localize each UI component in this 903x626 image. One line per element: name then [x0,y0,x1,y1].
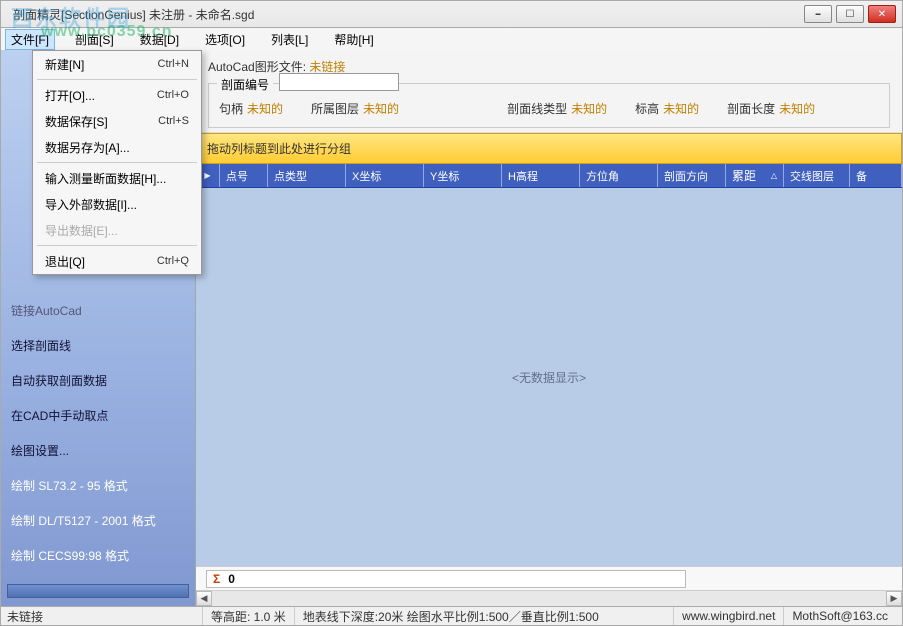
menu-item-input-survey[interactable]: 输入测量断面数据[H]... [33,165,201,191]
grid-footer: Σ 0 [196,566,902,590]
menu-separator [37,79,197,80]
menu-item-exit[interactable]: 退出[Q] Ctrl+Q [33,248,201,274]
menu-item-export: 导出数据[E]... [33,217,201,243]
grid-col-sumdist[interactable]: 累距 △ [726,164,784,187]
sidebar-item-auto-extract[interactable]: 自动获取剖面数据 [5,370,191,391]
grid-col-intersectlayer[interactable]: 交线图层 [784,164,850,187]
window-buttons [804,5,896,23]
menubar: 文件[F] 剖面[S] 数据[D] 选项[O] 列表[L] 帮助[H] [0,28,903,50]
maximize-button[interactable] [836,5,864,23]
menu-item-new-acc: Ctrl+N [158,58,189,70]
layer-label: 所属图层 [311,100,359,117]
menu-item-exit-acc: Ctrl+Q [157,255,189,267]
sidebar-footer-bar [7,584,189,598]
menu-item-input-label: 输入测量断面数据[H]... [45,170,166,187]
menu-item-save-acc: Ctrl+S [158,115,189,127]
menu-list[interactable]: 列表[L] [265,29,314,50]
menu-item-import[interactable]: 导入外部数据[I]... [33,191,201,217]
menu-help[interactable]: 帮助[H] [328,29,379,50]
menu-item-saveas[interactable]: 数据另存为[A]... [33,134,201,160]
sigma-icon: Σ [213,572,220,586]
main-panel: AutoCad图形文件: 未链接 剖面编号 句柄未知的 所属图层未知的 剖面线类… [196,50,902,606]
sidebar-item-plot-settings[interactable]: 绘图设置... [5,440,191,461]
layer-value: 未知的 [363,100,399,117]
chevron-right-icon: ▶ [204,171,210,180]
grid-col-direction[interactable]: 剖面方向 [658,164,726,187]
sidebar-item-fmt-dlt5127[interactable]: 绘制 DL/T5127 - 2001 格式 [5,510,191,531]
type-label: 剖面线类型 [507,100,567,117]
scroll-track[interactable] [212,591,886,606]
sidebar-item-fmt-cecs99[interactable]: 绘制 CECS99:98 格式 [5,545,191,566]
grid-col-remark[interactable]: 备 [850,164,902,187]
section-no-label: 剖面编号 [217,76,273,93]
menu-item-new[interactable]: 新建[N] Ctrl+N [33,51,201,77]
grid-sum-value: 0 [228,572,235,586]
handle-label: 句柄 [219,100,243,117]
autocad-file-value: 未链接 [309,60,345,74]
scroll-right-button[interactable]: ▶ [886,591,902,606]
menu-separator [37,162,197,163]
grid-col-pointtype[interactable]: 点类型 [268,164,346,187]
grid-col-sumdist-label: 累距 [732,167,756,184]
menu-item-save[interactable]: 数据保存[S] Ctrl+S [33,108,201,134]
sort-asc-icon: △ [771,171,777,180]
grid-col-pointno[interactable]: 点号 [220,164,268,187]
type-value: 未知的 [571,100,607,117]
status-scale: 地表线下深度:20米 绘图水平比例1:500／垂直比例1:500 [294,607,673,625]
autocad-file-label: AutoCad图形文件: [208,60,306,74]
info-bar: AutoCad图形文件: 未链接 剖面编号 句柄未知的 所属图层未知的 剖面线类… [196,50,902,133]
sidebar-item-link-autocad[interactable]: 链接AutoCad [5,300,191,321]
minimize-button[interactable] [804,5,832,23]
grid-col-x[interactable]: X坐标 [346,164,424,187]
menu-section[interactable]: 剖面[S] [69,29,120,50]
section-no-input[interactable] [279,73,399,91]
grid-h-scrollbar[interactable]: ◀ ▶ [196,590,902,606]
menu-item-save-label: 数据保存[S] [45,113,108,130]
grid-col-y[interactable]: Y坐标 [424,164,502,187]
grid-col-azimuth[interactable]: 方位角 [580,164,658,187]
statusbar: 未链接 等高距: 1.0 米 地表线下深度:20米 绘图水平比例1:500／垂直… [0,606,903,626]
status-email: MothSoft@163.cc [783,607,896,625]
grid-header: ▶ 点号 点类型 X坐标 Y坐标 H高程 方位角 剖面方向 累距 △ 交线图层 备 [196,164,902,188]
menu-data[interactable]: 数据[D] [134,29,185,50]
grid-sum-box: Σ 0 [206,570,686,588]
length-label: 剖面长度 [727,100,775,117]
section-fieldset: 剖面编号 句柄未知的 所属图层未知的 剖面线类型未知的 标高未知的 剖面长度未知… [208,83,890,128]
grid-empty-text: <无数据显示> [512,369,586,386]
menu-item-export-label: 导出数据[E]... [45,222,118,239]
menu-item-exit-label: 退出[Q] [45,253,85,270]
menu-options[interactable]: 选项[O] [199,29,251,50]
menu-item-new-label: 新建[N] [45,56,84,73]
length-value: 未知的 [779,100,815,117]
menu-item-saveas-label: 数据另存为[A]... [45,139,130,156]
sidebar-item-manual-point[interactable]: 在CAD中手动取点 [5,405,191,426]
handle-value: 未知的 [247,100,283,117]
scroll-left-button[interactable]: ◀ [196,591,212,606]
sidebar-item-select-section[interactable]: 选择剖面线 [5,335,191,356]
close-button[interactable] [868,5,896,23]
menu-file[interactable]: 文件[F] [5,29,55,50]
elev-value: 未知的 [663,100,699,117]
elev-label: 标高 [635,100,659,117]
sidebar-item-fmt-sl73[interactable]: 绘制 SL73.2 - 95 格式 [5,475,191,496]
status-link: 未链接 [7,607,202,625]
menu-item-open-acc: Ctrl+O [157,89,189,101]
menu-separator [37,245,197,246]
menu-item-open-label: 打开[O]... [45,87,95,104]
menu-item-open[interactable]: 打开[O]... Ctrl+O [33,82,201,108]
window-titlebar: 西东软件园 www.pc0359.cn 剖面精灵[SectionGenius] … [0,0,903,28]
grid-col-h[interactable]: H高程 [502,164,580,187]
grid-body[interactable]: <无数据显示> [196,188,902,566]
status-website: www.wingbird.net [673,607,783,625]
file-menu-dropdown: 新建[N] Ctrl+N 打开[O]... Ctrl+O 数据保存[S] Ctrl+S… [32,50,202,275]
window-title: 剖面精灵[SectionGenius] 未注册 - 未命名.sgd [13,6,254,23]
status-contour: 等高距: 1.0 米 [202,607,294,625]
menu-item-import-label: 导入外部数据[I]... [45,196,137,213]
grid-group-hint[interactable]: 拖动列标题到此处进行分组 [196,133,902,164]
